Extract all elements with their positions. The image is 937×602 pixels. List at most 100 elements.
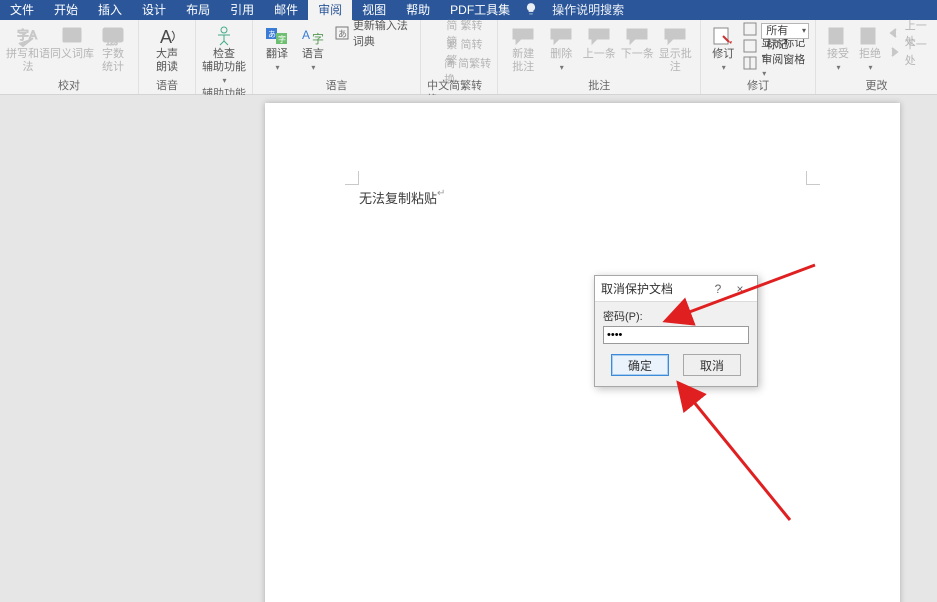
update-ime-label: 更新输入法词典 — [353, 17, 414, 49]
next-comment-button[interactable]: 下一条 — [618, 22, 656, 61]
delete-comment-label: 删除 — [550, 48, 572, 61]
svg-text:123: 123 — [106, 40, 118, 47]
group-proofing: 字A 拼写和语法 同义词库 ABC123 字数 统计 校对 — [0, 20, 139, 94]
language-label: 语言 — [302, 48, 324, 61]
accept-icon — [822, 24, 854, 48]
delete-comment-button[interactable]: 删除 — [542, 22, 580, 74]
password-label: 密码(P): — [603, 308, 749, 324]
ime-icon: あ — [335, 25, 349, 41]
document-body-text[interactable]: 无法复制粘贴↵ — [359, 188, 445, 207]
comment-icon — [507, 24, 539, 48]
prev-change-icon — [888, 25, 901, 41]
group-label-proofing: 校对 — [58, 79, 80, 94]
group-label-changes: 更改 — [866, 79, 888, 94]
next-comment-icon — [621, 24, 653, 48]
tab-design[interactable]: 设计 — [132, 0, 176, 20]
group-label-tracking: 修订 — [747, 79, 769, 94]
prev-comment-label: 上一条 — [583, 48, 616, 61]
check-accessibility-button[interactable]: 检查 辅助功能 — [202, 22, 246, 87]
convert-icon — [427, 63, 440, 79]
margin-marker — [806, 171, 820, 185]
ribbon: 字A 拼写和语法 同义词库 ABC123 字数 统计 校对 — [0, 20, 937, 95]
show-comments-label: 显示批注 — [656, 48, 694, 74]
prev-comment-icon — [583, 24, 615, 48]
chevron-down-icon — [221, 74, 226, 87]
chevron-down-icon — [867, 61, 872, 74]
group-tracking: 修订 所有标记 显示标记 审阅窗格 修订 — [701, 20, 816, 94]
group-label-language: 语言 — [326, 79, 348, 94]
delete-comment-icon — [545, 24, 577, 48]
tab-review[interactable]: 审阅 — [308, 0, 352, 20]
track-changes-label: 修订 — [712, 48, 734, 61]
reject-icon — [854, 24, 886, 48]
dialog-title: 取消保护文档 — [601, 280, 707, 297]
group-chinese-conversion: 简 繁转简 繁 简转繁 简 简繁转换 中文简繁转换 — [421, 20, 498, 94]
next-change-button[interactable]: 下一处 — [888, 43, 931, 60]
svg-text:A: A — [160, 27, 172, 47]
thesaurus-button[interactable]: 同义词库 — [50, 22, 94, 61]
svg-text:字: 字 — [312, 31, 324, 46]
tell-me-search[interactable]: 操作说明搜索 — [542, 0, 634, 20]
dialog-titlebar[interactable]: 取消保护文档 ? × — [595, 276, 757, 302]
read-aloud-icon: A — [151, 24, 183, 48]
thesaurus-label: 同义词库 — [50, 48, 94, 61]
prev-comment-button[interactable]: 上一条 — [580, 22, 618, 61]
track-changes-icon — [707, 24, 739, 48]
chevron-down-icon — [835, 61, 840, 74]
track-changes-button[interactable]: 修订 — [707, 22, 739, 74]
spelling-label: 拼写和语法 — [6, 48, 50, 74]
group-label-comments: 批注 — [588, 79, 610, 94]
group-label-speech: 语音 — [156, 79, 178, 94]
group-speech: A 大声 朗读 语音 — [139, 20, 196, 94]
reviewing-pane-icon — [743, 56, 757, 73]
language-button[interactable]: A字 语言 — [295, 22, 331, 74]
dialog-close-button[interactable]: × — [729, 282, 751, 296]
chevron-down-icon — [274, 61, 279, 74]
group-changes: 接受 拒绝 上一处 下一处 更改 — [816, 20, 937, 94]
display-mode-icon — [743, 22, 757, 39]
group-language: あ字 翻译 A字 语言 あ 更新输入法词典 语 — [253, 20, 421, 94]
show-markup-icon — [743, 39, 757, 56]
body-text: 无法复制粘贴 — [359, 191, 437, 206]
accept-button[interactable]: 接受 — [822, 22, 854, 74]
group-comments: 新建 批注 删除 上一条 下一条 显示批注 批注 — [498, 20, 701, 94]
password-input[interactable] — [603, 326, 749, 344]
new-comment-button[interactable]: 新建 批注 — [504, 22, 542, 74]
language-icon: A字 — [297, 24, 329, 48]
ok-button[interactable]: 确定 — [611, 354, 669, 376]
tab-file[interactable]: 文件 — [0, 0, 44, 20]
thesaurus-icon — [56, 24, 88, 48]
tab-insert[interactable]: 插入 — [88, 0, 132, 20]
paragraph-mark-icon: ↵ — [437, 188, 445, 199]
document-page[interactable]: 无法复制粘贴↵ — [265, 103, 900, 602]
translate-button[interactable]: あ字 翻译 — [259, 22, 295, 74]
reviewing-pane-button[interactable]: 审阅窗格 — [761, 51, 809, 79]
wordcount-button[interactable]: ABC123 字数 统计 — [94, 22, 132, 74]
wordcount-icon: ABC123 — [97, 24, 129, 48]
chevron-down-icon — [559, 61, 564, 74]
dialog-help-button[interactable]: ? — [707, 282, 729, 296]
wordcount-label: 字数 统计 — [102, 48, 124, 74]
reject-label: 拒绝 — [859, 48, 881, 61]
margin-marker — [345, 171, 359, 185]
chinese-convert-button[interactable]: 简 简繁转换 — [427, 62, 491, 79]
next-comment-label: 下一条 — [621, 48, 654, 61]
display-for-review-combo[interactable]: 所有标记 — [761, 23, 809, 39]
chevron-down-icon — [721, 61, 726, 74]
tab-home[interactable]: 开始 — [44, 0, 88, 20]
tab-layout[interactable]: 布局 — [176, 0, 220, 20]
show-comments-button[interactable]: 显示批注 — [656, 22, 694, 74]
accessibility-label: 检查 辅助功能 — [202, 48, 246, 74]
tab-references[interactable]: 引用 — [220, 0, 264, 20]
svg-text:A: A — [302, 28, 310, 42]
read-aloud-button[interactable]: A 大声 朗读 — [145, 22, 189, 74]
reject-button[interactable]: 拒绝 — [854, 22, 886, 74]
spelling-grammar-button[interactable]: 字A 拼写和语法 — [6, 22, 50, 74]
document-workspace[interactable]: 无法复制粘贴↵ — [0, 95, 937, 602]
cancel-button[interactable]: 取消 — [683, 354, 741, 376]
translate-label: 翻译 — [266, 48, 288, 61]
update-ime-button[interactable]: あ 更新输入法词典 — [335, 24, 414, 41]
tab-mailings[interactable]: 邮件 — [264, 0, 308, 20]
unprotect-document-dialog: 取消保护文档 ? × 密码(P): 确定 取消 — [594, 275, 758, 387]
next-change-icon — [888, 44, 901, 60]
